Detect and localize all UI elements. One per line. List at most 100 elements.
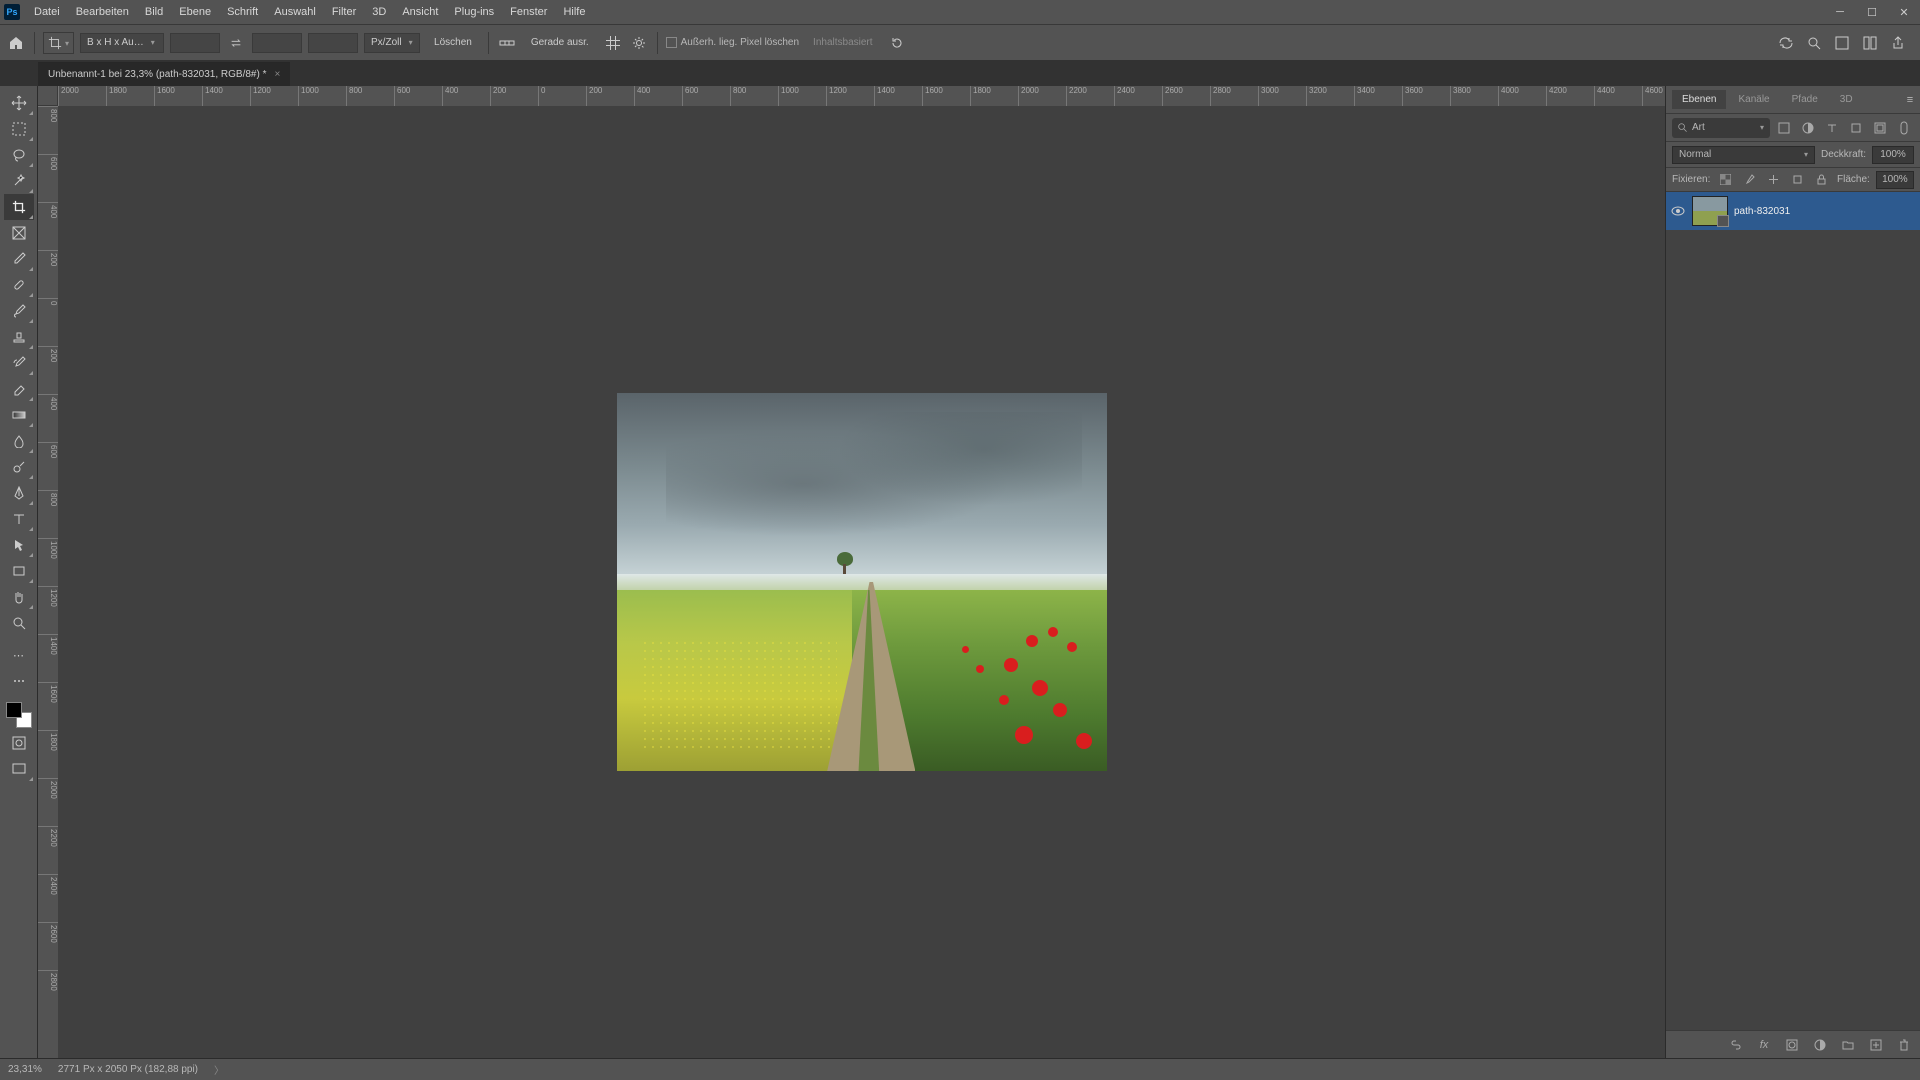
filter-shape-layers[interactable] [1846,118,1866,138]
layer-mask-button[interactable] [1782,1035,1802,1055]
crop-resolution-input[interactable] [308,33,358,53]
menu-hilfe[interactable]: Hilfe [555,2,593,22]
filter-image-layers[interactable] [1774,118,1794,138]
screen-mode-toggle[interactable] [4,756,34,782]
menu-filter[interactable]: Filter [324,2,364,22]
menu-datei[interactable]: Datei [26,2,68,22]
zoom-level[interactable]: 23,31% [8,1064,42,1075]
layer-style-button[interactable]: fx [1754,1035,1774,1055]
search-button[interactable] [1804,33,1824,53]
lasso-tool[interactable] [4,142,34,168]
filter-toggle[interactable] [1894,118,1914,138]
foreground-color-swatch[interactable] [6,702,22,718]
menu-auswahl[interactable]: Auswahl [266,2,324,22]
tab-kanaele[interactable]: Kanäle [1728,90,1779,109]
marquee-tool[interactable] [4,116,34,142]
gradient-tool[interactable] [4,402,34,428]
menu-ebene[interactable]: Ebene [171,2,219,22]
menu-bearbeiten[interactable]: Bearbeiten [68,2,137,22]
blend-mode-select[interactable]: Normal [1672,146,1815,164]
healing-tool[interactable] [4,272,34,298]
lock-artboard[interactable] [1789,170,1807,190]
dodge-tool[interactable] [4,454,34,480]
menu-bild[interactable]: Bild [137,2,171,22]
color-swatches[interactable] [4,700,34,730]
horizontal-ruler[interactable]: 2000180016001400120010008006004002000200… [58,86,1665,106]
layer-name[interactable]: path-832031 [1734,206,1790,217]
cloud-docs-icon[interactable] [1776,33,1796,53]
delete-layer-button[interactable] [1894,1035,1914,1055]
menu-schrift[interactable]: Schrift [219,2,266,22]
hand-tool[interactable] [4,584,34,610]
reset-crop-button[interactable] [887,33,907,53]
tab-pfade[interactable]: Pfade [1782,90,1828,109]
filter-smartobj-layers[interactable] [1870,118,1890,138]
blur-tool[interactable] [4,428,34,454]
lock-position[interactable] [1765,170,1783,190]
eraser-tool[interactable] [4,376,34,402]
delete-cropped-checkbox[interactable]: Außerh. lieg. Pixel löschen [666,37,799,48]
layer-filter-type[interactable]: Art [1672,118,1770,138]
new-layer-button[interactable] [1866,1035,1886,1055]
viewport[interactable] [58,106,1665,1058]
menu-plugins[interactable]: Plug-ins [446,2,502,22]
type-tool[interactable] [4,506,34,532]
edit-toolbar[interactable] [4,668,34,694]
shape-tool[interactable] [4,558,34,584]
fill-input[interactable]: 100% [1876,171,1914,189]
layer-list[interactable]: path-832031 [1666,192,1920,1030]
lock-pixels[interactable] [1740,170,1758,190]
layer-item[interactable]: path-832031 [1666,192,1920,230]
layer-visibility-toggle[interactable] [1670,203,1686,219]
brush-tool[interactable] [4,298,34,324]
status-info-flyout[interactable]: 〉 [214,1062,224,1077]
tool-preset-picker[interactable] [43,32,74,54]
close-window-button[interactable]: ✕ [1888,0,1920,24]
menu-3d[interactable]: 3D [364,2,394,22]
aspect-ratio-preset[interactable]: B x H x Au… [80,33,164,53]
resolution-unit-select[interactable]: Px/Zoll [364,33,420,53]
close-tab-button[interactable]: × [274,69,280,80]
move-tool[interactable] [4,90,34,116]
swap-dimensions-button[interactable] [226,33,246,53]
more-tools[interactable]: ⋯ [4,642,34,668]
panel-menu-button[interactable]: ≡ [1900,90,1920,110]
lock-transparency[interactable] [1716,170,1734,190]
menu-fenster[interactable]: Fenster [502,2,555,22]
crop-options-button[interactable] [629,33,649,53]
document-info[interactable]: 2771 Px x 2050 Px (182,88 ppi) [58,1064,198,1075]
clear-button[interactable]: Löschen [426,33,480,53]
lock-all[interactable] [1813,170,1831,190]
minimize-button[interactable]: ─ [1824,0,1856,24]
arrange-docs-button[interactable] [1832,33,1852,53]
crop-width-input[interactable] [170,33,220,53]
menu-ansicht[interactable]: Ansicht [394,2,446,22]
layer-thumbnail[interactable] [1692,196,1728,226]
share-button[interactable] [1888,33,1908,53]
crop-height-input[interactable] [252,33,302,53]
pen-tool[interactable] [4,480,34,506]
vertical-ruler[interactable]: 8006004002000200400600800100012001400160… [38,106,58,1058]
tab-3d[interactable]: 3D [1830,90,1863,109]
zoom-tool[interactable] [4,610,34,636]
filter-adjustment-layers[interactable] [1798,118,1818,138]
straighten-button[interactable]: Gerade ausr. [523,33,597,53]
quick-selection-tool[interactable] [4,168,34,194]
tab-ebenen[interactable]: Ebenen [1672,90,1726,109]
maximize-button[interactable]: ☐ [1856,0,1888,24]
eyedropper-tool[interactable] [4,246,34,272]
adjustment-layer-button[interactable] [1810,1035,1830,1055]
frame-tool[interactable] [4,220,34,246]
clone-stamp-tool[interactable] [4,324,34,350]
straighten-icon-button[interactable] [497,33,517,53]
canvas-image[interactable] [617,393,1107,771]
workspace-switcher[interactable] [1860,33,1880,53]
ruler-origin[interactable] [38,86,58,106]
quick-mask-toggle[interactable] [4,730,34,756]
group-layers-button[interactable] [1838,1035,1858,1055]
document-tab[interactable]: Unbenannt-1 bei 23,3% (path-832031, RGB/… [38,62,290,86]
link-layers-button[interactable] [1726,1035,1746,1055]
opacity-input[interactable]: 100% [1872,146,1914,164]
history-brush-tool[interactable] [4,350,34,376]
crop-tool[interactable] [4,194,34,220]
